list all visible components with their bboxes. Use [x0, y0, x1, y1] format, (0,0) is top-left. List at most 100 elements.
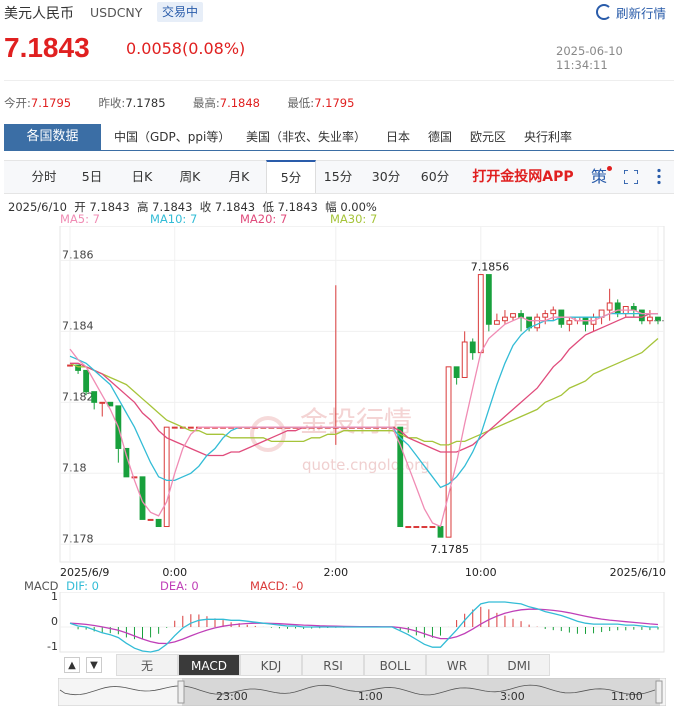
- tab-central-bank-rates[interactable]: 央行利率: [524, 124, 572, 150]
- period-tab-5min[interactable]: 5分: [266, 160, 316, 193]
- current-price: 7.1843: [4, 32, 90, 63]
- period-toolbar: 分时 5日 日K 周K 月K 5分 15分 30分 60分 打开金投网APP 策: [4, 160, 674, 194]
- high-label: 最高:: [192, 96, 220, 110]
- macd-value-legend: MACD: -0: [250, 579, 304, 593]
- dea-line: [69, 608, 659, 645]
- strategy-notice-dot: [607, 166, 612, 171]
- tab-usa[interactable]: 美国（非农、失业率）: [246, 124, 366, 150]
- low-label: 最低:: [287, 96, 315, 110]
- indicator-tab-boll[interactable]: BOLL: [364, 654, 426, 676]
- indicator-tab-dmi[interactable]: DMI: [488, 654, 550, 676]
- y-tick-label: 7.182: [62, 390, 94, 403]
- candle-body: [421, 526, 428, 529]
- tab-japan[interactable]: 日本: [386, 124, 410, 150]
- refresh-button[interactable]: 刷新行情: [596, 3, 666, 21]
- fullscreen-icon[interactable]: [623, 169, 639, 185]
- navigator-left-handle[interactable]: [177, 680, 185, 704]
- header-divider: [4, 80, 674, 81]
- time-navigator[interactable]: 23:00 1:00 3:00 11:00: [58, 678, 666, 706]
- open-label: 今开:: [4, 96, 31, 110]
- candle-body: [437, 526, 444, 538]
- candle-body: [91, 391, 98, 403]
- indicator-toolbar: ▲ ▼ 无 MACD KDJ RSI BOLL WR DMI: [4, 654, 674, 676]
- tab-eurozone[interactable]: 欧元区: [470, 124, 506, 150]
- candle-body: [550, 309, 557, 315]
- macd-legend: MACD DIF: 0 DEA: 0 MACD: -0: [24, 579, 664, 593]
- dif-legend: DIF: 0: [66, 579, 99, 593]
- indicator-tab-wr[interactable]: WR: [426, 654, 488, 676]
- navigator-tick-label: 3:00: [500, 690, 525, 703]
- prev-close-value: 7.1785: [125, 96, 166, 110]
- refresh-label: 刷新行情: [616, 6, 667, 21]
- candle-body: [67, 364, 73, 367]
- ohlc-date: 2025/6/10: [8, 200, 67, 214]
- min-price-label: 7.1785: [431, 543, 470, 556]
- candle-body: [171, 426, 178, 429]
- candle-body: [461, 341, 468, 378]
- instrument-symbol: USDCNY: [90, 5, 143, 20]
- candle-body: [566, 320, 573, 325]
- candle-body: [187, 426, 194, 429]
- period-tab-15min[interactable]: 15分: [314, 161, 362, 193]
- x-tick-label: 10:00: [465, 566, 497, 578]
- quote-datetime: 2025-06-10 11:34:11: [556, 44, 623, 72]
- candle-body: [526, 316, 533, 329]
- ohlc-close-label: 收: [199, 200, 212, 214]
- indicator-tab-macd[interactable]: MACD: [178, 654, 240, 676]
- candle-body: [405, 526, 412, 529]
- candle-body: [647, 316, 653, 322]
- low-value: 7.1795: [314, 96, 355, 110]
- period-tab-30min[interactable]: 30分: [362, 161, 410, 193]
- navigator-tick-label: 1:00: [358, 690, 383, 703]
- navigator-selection: [182, 678, 660, 706]
- y-tick-label: 7.186: [62, 248, 94, 261]
- high-value: 7.1848: [219, 96, 260, 110]
- tab-germany[interactable]: 德国: [428, 124, 452, 150]
- candle-body: [413, 526, 420, 529]
- y-tick-label: 7.18: [62, 461, 87, 474]
- tab-country-data[interactable]: 各国数据: [4, 124, 101, 150]
- candle-body: [477, 274, 484, 354]
- candle-body: [638, 309, 645, 322]
- x-tick-label: 2025/6/9: [60, 566, 109, 578]
- ohlc-high-label: 高: [137, 200, 149, 214]
- navigator-tick-label: 11:00: [611, 690, 643, 703]
- instrument-name: 美元人民币: [4, 6, 74, 22]
- candle-body: [502, 316, 508, 322]
- navigator-right-handle[interactable]: [655, 680, 663, 704]
- candle-body: [147, 518, 154, 521]
- candle-body: [429, 526, 436, 529]
- scroll-up-button[interactable]: ▲: [64, 657, 80, 673]
- ma10-legend: MA10: 7: [150, 212, 198, 226]
- candle-body: [83, 369, 90, 393]
- macd-y-tick-label: -1: [47, 640, 58, 653]
- macd-chart[interactable]: 1 0 -1: [0, 592, 676, 654]
- ma20-legend: MA20: 7: [240, 212, 288, 226]
- more-menu-icon[interactable]: [656, 168, 662, 186]
- candle-body: [155, 518, 162, 528]
- max-price-label: 7.1856: [471, 261, 510, 274]
- stats-row: 今开:7.1795 昨收:7.1785 最高:7.1848 最低:7.1795: [4, 95, 674, 111]
- macd-y-tick-label: 0: [51, 615, 58, 628]
- indicator-tab-kdj[interactable]: KDJ: [240, 654, 302, 676]
- y-tick-label: 7.184: [62, 319, 94, 332]
- candle-body: [99, 401, 106, 404]
- candle-body: [485, 274, 492, 325]
- candlestick-chart[interactable]: 7.1867.1847.1827.187.178金投行情quote.cngold…: [0, 226, 676, 578]
- candle-body: [493, 320, 500, 325]
- indicator-tab-rsi[interactable]: RSI: [302, 654, 364, 676]
- candle-body: [655, 316, 661, 322]
- period-tab-monthly[interactable]: 月K: [209, 161, 269, 193]
- candle-body: [606, 302, 613, 311]
- refresh-icon: [596, 4, 612, 20]
- y-tick-label: 7.178: [62, 532, 94, 545]
- indicator-tab-none[interactable]: 无: [116, 654, 178, 676]
- open-app-link[interactable]: 打开金投网APP: [464, 161, 582, 193]
- price-change: 0.0058(0.08%): [126, 39, 246, 58]
- country-data-tabs: 各国数据 中国（GDP、ppi等） 美国（非农、失业率） 日本 德国 欧元区 央…: [0, 124, 676, 150]
- open-value: 7.1795: [30, 96, 72, 110]
- tab-china[interactable]: 中国（GDP、ppi等）: [114, 124, 230, 150]
- scroll-down-button[interactable]: ▼: [86, 657, 102, 673]
- macd-frame: [59, 592, 665, 653]
- period-tab-60min[interactable]: 60分: [411, 161, 459, 193]
